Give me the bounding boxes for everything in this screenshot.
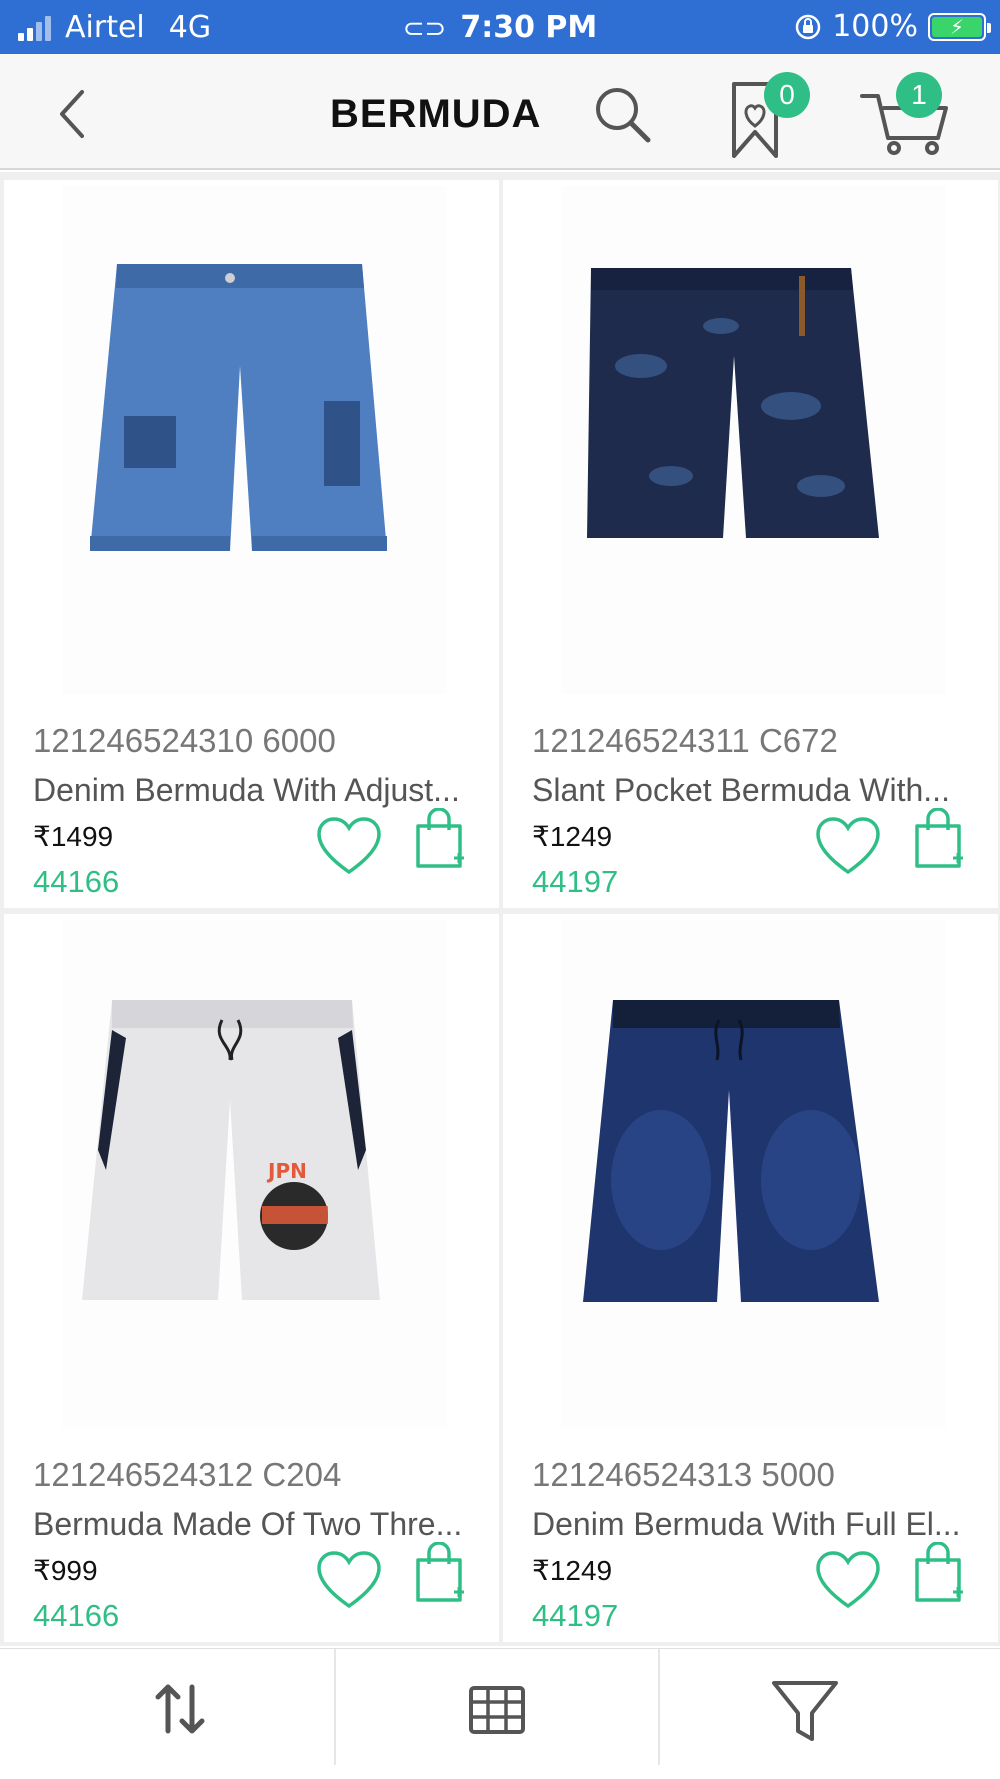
product-image-camo-shorts [587, 268, 879, 538]
product-image[interactable] [561, 186, 946, 694]
heart-icon [317, 817, 381, 875]
add-to-bag-button[interactable] [414, 807, 466, 870]
svg-text:JPN: JPN [266, 1159, 307, 1183]
battery-charging-icon: ⚡ [928, 12, 991, 41]
product-card[interactable]: 121246524311 C672 Slant Pocket Bermuda W… [503, 180, 998, 908]
grid-view-icon [469, 1686, 525, 1734]
filter-icon [772, 1681, 838, 1741]
bottom-toolbar [0, 1648, 1000, 1778]
sort-icon [155, 1684, 205, 1734]
status-bar: Airtel 4G ⊂⊃ 7:30 PM 100% ⚡ [0, 0, 1000, 54]
shopping-bag-plus-icon [915, 807, 963, 868]
product-card[interactable]: JPN 121246524312 C204 Bermuda Made Of Tw… [4, 914, 499, 1642]
heart-icon [816, 817, 880, 875]
product-image[interactable] [561, 920, 946, 1428]
grid-view-button[interactable] [336, 1649, 658, 1779]
search-button[interactable] [590, 82, 654, 146]
heart-icon [816, 1551, 880, 1609]
back-button[interactable] [48, 84, 98, 144]
page-title: BERMUDA [330, 92, 542, 136]
add-to-wishlist-button[interactable] [316, 816, 382, 876]
status-right: 100% ⚡ [794, 9, 991, 44]
battery-label: 100% [832, 9, 918, 44]
add-to-bag-button[interactable] [913, 807, 965, 870]
app-header: BERMUDA 0 1 [0, 54, 1000, 170]
product-image-denim-shorts [90, 264, 387, 551]
link-icon: ⊂⊃ [402, 14, 447, 44]
product-points: 44166 [33, 1598, 120, 1633]
add-to-wishlist-button[interactable] [815, 1550, 881, 1610]
add-to-wishlist-button[interactable] [316, 1550, 382, 1610]
product-image-dark-denim-shorts [583, 1000, 879, 1302]
product-card[interactable]: 121246524310 6000 Denim Bermuda With Adj… [4, 180, 499, 908]
product-price: ₹1499 [33, 821, 114, 852]
wishlist-count-badge: 0 [764, 72, 810, 118]
product-points: 44197 [532, 1598, 619, 1633]
sort-button[interactable] [0, 1649, 334, 1779]
product-price: ₹1249 [532, 821, 613, 852]
search-icon [596, 88, 651, 143]
product-image[interactable] [62, 186, 447, 694]
add-to-wishlist-button[interactable] [815, 816, 881, 876]
product-sku: 121246524312 C204 [33, 1456, 342, 1493]
add-to-bag-button[interactable] [414, 1541, 466, 1604]
wishlist-button[interactable]: 0 [722, 72, 810, 158]
time-label: 7:30 PM [460, 10, 598, 45]
shopping-bag-plus-icon [416, 1541, 464, 1602]
product-image[interactable]: JPN [62, 920, 447, 1428]
back-icon [60, 90, 84, 138]
product-name[interactable]: Slant Pocket Bermuda With... [532, 772, 977, 809]
product-image-grey-jogger-shorts: JPN [82, 1000, 380, 1300]
add-to-bag-button[interactable] [913, 1541, 965, 1604]
product-sku: 121246524313 5000 [532, 1456, 835, 1493]
filter-button[interactable] [660, 1649, 1000, 1779]
cart-count-badge: 1 [896, 72, 942, 118]
product-name[interactable]: Denim Bermuda With Full El... [532, 1506, 977, 1543]
product-points: 44166 [33, 864, 120, 899]
product-name[interactable]: Denim Bermuda With Adjust... [33, 772, 478, 809]
product-card[interactable]: 121246524313 5000 Denim Bermuda With Ful… [503, 914, 998, 1642]
product-sku: 121246524310 6000 [33, 722, 336, 759]
product-price: ₹999 [33, 1555, 98, 1586]
cart-button[interactable]: 1 [858, 72, 958, 158]
product-sku: 121246524311 C672 [532, 722, 838, 759]
product-grid: 121246524310 6000 Denim Bermuda With Adj… [0, 172, 1000, 1646]
shopping-bag-plus-icon [915, 1541, 963, 1602]
product-name[interactable]: Bermuda Made Of Two Thre... [33, 1506, 478, 1543]
heart-icon [317, 1551, 381, 1609]
product-price: ₹1249 [532, 1555, 613, 1586]
shopping-bag-plus-icon [416, 807, 464, 868]
product-points: 44197 [532, 864, 619, 899]
orientation-lock-icon [795, 14, 821, 39]
